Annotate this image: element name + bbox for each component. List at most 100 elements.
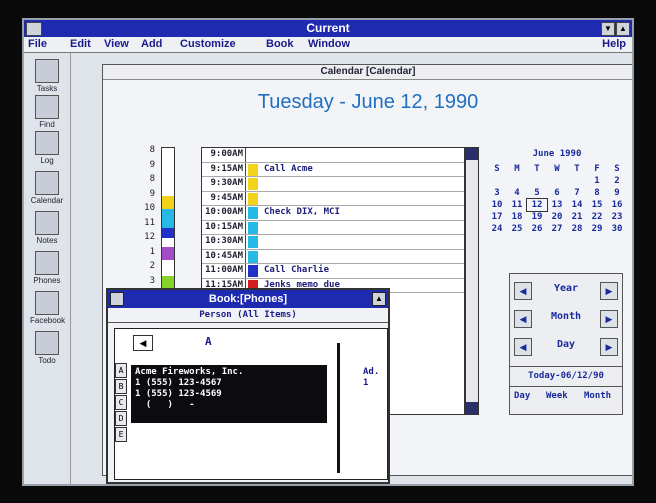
view-day-button[interactable]: Day (514, 391, 530, 401)
time-slot-row[interactable]: 10:15AM (202, 220, 464, 235)
phone-book-window: Book:[Phones] ▲ Person (All Items) ◀ A A… (106, 288, 390, 484)
time-slot-row[interactable]: 11:00AM Call Charlie (202, 264, 464, 279)
calendar-day (527, 175, 547, 187)
calendar-day[interactable]: 18 (507, 211, 527, 223)
menu-window[interactable]: Window (308, 38, 350, 50)
slot-time: 9:00AM (202, 148, 246, 162)
calendar-day[interactable]: 23 (607, 211, 627, 223)
calendar-day[interactable]: 11 (507, 199, 527, 211)
menu-book[interactable]: Book (266, 38, 294, 50)
app-titlebar: Current ▼ ▲ (24, 20, 632, 37)
time-slot-row[interactable]: 10:30AM (202, 235, 464, 250)
calendar-day[interactable]: 29 (587, 223, 607, 235)
menu-edit[interactable]: Edit (70, 38, 91, 50)
calendar-day (487, 175, 507, 187)
tool-phones[interactable]: Phones (30, 251, 64, 285)
menu-customize[interactable]: Customize (180, 38, 236, 50)
tool-notes[interactable]: Notes (30, 211, 64, 245)
calendar-day[interactable]: 27 (547, 223, 567, 235)
prev-day-icon[interactable]: ◀ (514, 338, 532, 356)
calendar-day[interactable]: 30 (607, 223, 627, 235)
calendar-day[interactable]: 16 (607, 199, 627, 211)
calendar-day[interactable]: 24 (487, 223, 507, 235)
tool-find[interactable]: Find (30, 95, 64, 129)
calendar-day[interactable]: 15 (587, 199, 607, 211)
slot-time: 11:00AM (202, 264, 246, 278)
vertical-scrollbar[interactable] (465, 147, 479, 415)
book-prev-page-icon[interactable]: ◀ (133, 335, 153, 351)
slot-color-marker (248, 163, 258, 176)
scroll-up-icon[interactable] (466, 148, 478, 160)
month-label: Month (550, 311, 582, 322)
calendar-day[interactable]: 14 (567, 199, 587, 211)
weekday-header: T (534, 164, 540, 174)
calendar-day[interactable]: 13 (547, 199, 567, 211)
tool-calendar[interactable]: Calendar (30, 171, 64, 205)
prev-month-icon[interactable]: ◀ (514, 310, 532, 328)
today-button[interactable]: Today-06/12/90 (510, 366, 622, 385)
tool-todo[interactable]: Todo (30, 331, 64, 365)
calendar-day[interactable]: 17 (487, 211, 507, 223)
time-slot-row[interactable]: 10:45AM (202, 249, 464, 264)
book-maximize-icon[interactable]: ▲ (372, 292, 386, 306)
year-label: Year (553, 283, 579, 294)
scroll-down-icon[interactable] (466, 402, 478, 414)
calendar-window-title: Calendar [Calendar] (103, 65, 632, 80)
menu-bar: File Edit View Add Customize Book Window… (24, 37, 632, 53)
tasks-icon (35, 59, 59, 83)
view-month-button[interactable]: Month (584, 391, 611, 401)
menu-help[interactable]: Help (602, 38, 626, 50)
calendar-day[interactable]: 22 (587, 211, 607, 223)
time-slot-row[interactable]: 9:00AM (202, 148, 464, 163)
minimize-icon[interactable]: ▼ (601, 22, 615, 36)
tool-tasks[interactable]: Tasks (30, 59, 64, 93)
calendar-day[interactable]: 5 (527, 187, 547, 199)
alpha-tab-b[interactable]: B (115, 379, 127, 394)
alpha-tab-c[interactable]: C (115, 395, 127, 410)
tool-facebook[interactable]: Facebook (30, 291, 65, 325)
alpha-tab-d[interactable]: D (115, 411, 127, 426)
calendar-day[interactable]: 6 (547, 187, 567, 199)
time-slot-row[interactable]: 10:00AM Check DIX, MCI (202, 206, 464, 221)
calendar-day[interactable]: 21 (567, 211, 587, 223)
alpha-tab-a[interactable]: A (115, 363, 127, 378)
menu-view[interactable]: View (104, 38, 129, 50)
view-buttons: Day Week Month (510, 386, 622, 411)
menu-file[interactable]: File (28, 38, 47, 50)
tool-log[interactable]: Log (30, 131, 64, 165)
calendar-day[interactable]: 7 (567, 187, 587, 199)
next-month-icon[interactable]: ▶ (600, 310, 618, 328)
alpha-tab-e[interactable]: E (115, 427, 127, 442)
view-week-button[interactable]: Week (546, 391, 568, 401)
calendar-day[interactable]: 10 (487, 199, 507, 211)
calendar-day[interactable]: 8 (587, 187, 607, 199)
calendar-day[interactable]: 9 (607, 187, 627, 199)
calendar-day[interactable]: 1 (587, 175, 607, 187)
prev-year-icon[interactable]: ◀ (514, 282, 532, 300)
slot-color-marker (248, 149, 258, 161)
menu-add[interactable]: Add (141, 38, 162, 50)
next-day-icon[interactable]: ▶ (600, 338, 618, 356)
find-icon (35, 95, 59, 119)
weekday-header: S (494, 164, 500, 174)
calendar-day[interactable]: 4 (507, 187, 527, 199)
time-slot-row[interactable]: 9:45AM (202, 191, 464, 206)
time-slot-row[interactable]: 9:30AM (202, 177, 464, 192)
contact-entry[interactable]: Acme Fireworks, Inc. 1 (555) 123-4567 1 … (131, 365, 327, 423)
calendar-day[interactable]: 25 (507, 223, 527, 235)
calendar-day[interactable]: 19 (527, 211, 547, 223)
time-slot-row[interactable]: 9:15AM Call Acme (202, 162, 464, 177)
calendar-day[interactable]: 12 (526, 198, 548, 212)
next-year-icon[interactable]: ▶ (600, 282, 618, 300)
book-system-menu-icon[interactable] (110, 292, 124, 306)
calendar-day[interactable]: 28 (567, 223, 587, 235)
calendar-day[interactable]: 3 (487, 187, 507, 199)
tool-label: Log (40, 156, 54, 165)
tool-label: Notes (36, 236, 58, 245)
hour-label: 10 (144, 203, 155, 213)
calendar-day[interactable]: 26 (527, 223, 547, 235)
hour-label: 3 (149, 275, 155, 286)
calendar-day[interactable]: 2 (607, 175, 627, 187)
maximize-icon[interactable]: ▲ (616, 22, 630, 36)
calendar-day[interactable]: 20 (547, 211, 567, 223)
